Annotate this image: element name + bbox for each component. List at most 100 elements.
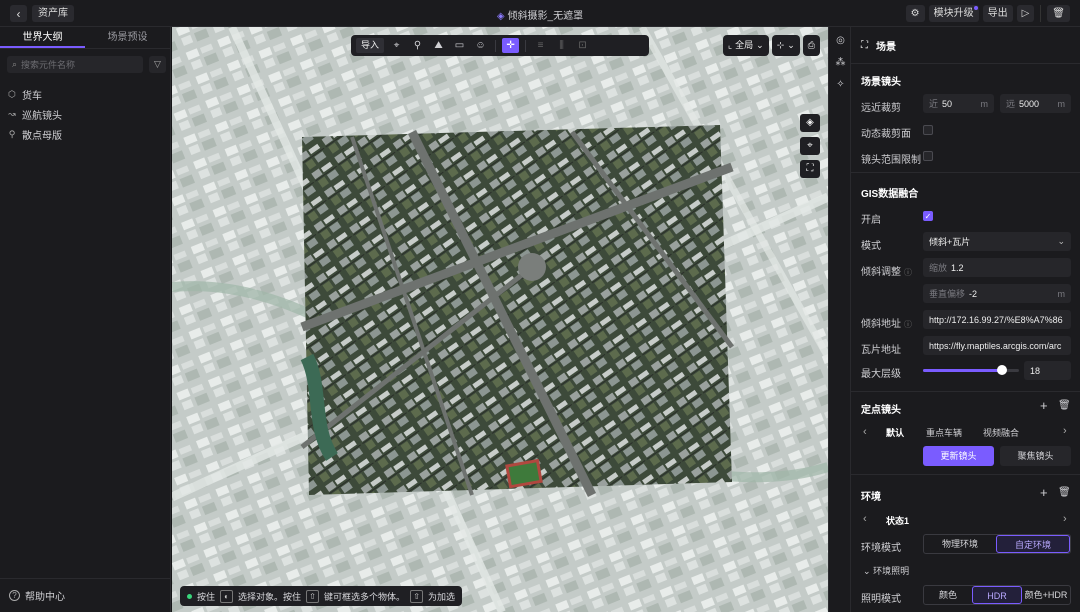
- env-mode-custom[interactable]: 自定环境: [996, 535, 1070, 553]
- max-level-input[interactable]: 18: [1024, 361, 1071, 380]
- update-camera-button[interactable]: 更新镜头: [923, 446, 994, 466]
- panel-header: ⛶ 场景: [851, 27, 1080, 64]
- person-icon[interactable]: ☺: [472, 38, 489, 53]
- save-view-button[interactable]: ⎙: [802, 35, 820, 56]
- tab-world-outline[interactable]: 世界大纲: [0, 27, 85, 48]
- clip-label: 远近裁剪: [861, 103, 901, 114]
- unit-label: m: [1057, 288, 1066, 299]
- environment-state[interactable]: 状态1: [886, 514, 909, 527]
- layers-button[interactable]: ◈: [800, 114, 820, 132]
- nodes-icon[interactable]: ⁂: [835, 57, 846, 68]
- satellite-map: [172, 27, 828, 612]
- delete-button[interactable]: 🗑: [1047, 5, 1070, 22]
- vertical-offset-field[interactable]: 垂直偏移 -2 m: [923, 284, 1071, 303]
- help-icon: ?: [9, 590, 20, 601]
- save-icon: ⎙: [807, 40, 815, 50]
- terrain-icon[interactable]: ⛰: [430, 38, 447, 53]
- light-bulb-icon[interactable]: ⚲: [409, 38, 426, 53]
- filter-icon: ▽: [154, 59, 161, 69]
- env-mode-segmented: 物理环境 自定环境: [923, 534, 1071, 554]
- tile-url-field[interactable]: https://fly.maptiles.arcgis.com/arc: [923, 336, 1071, 355]
- section-title-camera: 场景镜头: [861, 77, 901, 88]
- tile-url-value: https://fly.maptiles.arcgis.com/arc: [929, 340, 1062, 351]
- fixed-camera-tab-vehicle[interactable]: 重点车辆: [926, 426, 962, 439]
- play-button[interactable]: ▷: [1016, 5, 1035, 22]
- light-mode-color[interactable]: 颜色: [924, 586, 972, 604]
- info-icon: ⓘ: [904, 268, 912, 277]
- move-tool-icon[interactable]: ✛: [502, 38, 520, 53]
- light-mode-label: 照明模式: [861, 594, 901, 605]
- toolbar-divider: [525, 39, 527, 52]
- fixed-camera-tab-video[interactable]: 视频融合: [983, 426, 1019, 439]
- section-title-fixed-camera: 定点镜头: [861, 405, 901, 416]
- focus-camera-button[interactable]: 聚焦镜头: [1000, 446, 1071, 466]
- max-level-slider[interactable]: [923, 365, 1019, 375]
- light-mode-hdr[interactable]: HDR: [972, 586, 1022, 604]
- frame-icon[interactable]: ▭: [451, 38, 468, 53]
- settings-button[interactable]: ⚙: [905, 5, 925, 22]
- slider-handle[interactable]: [996, 365, 1007, 375]
- far-clip-field[interactable]: 远 5000 m: [1000, 94, 1071, 113]
- scene-viewport[interactable]: 导入 ⌖ ⚲ ⛰ ▭ ☺ ✛ ≡ ⫼ ⊡ ⌞ 全局 ⌄ ⊹ ⌄ ⎙ ◈ ⌖ ⛶ 按住 …: [172, 27, 828, 612]
- lighting-label: 环境照明: [873, 566, 910, 576]
- scale-field[interactable]: 缩放 1.2: [923, 258, 1071, 277]
- snap-dropdown[interactable]: ⊹ ⌄: [771, 35, 800, 56]
- near-clip-field[interactable]: 近 50 m: [923, 94, 994, 113]
- export-button[interactable]: 导出: [982, 5, 1013, 22]
- delete-environment-button[interactable]: 🗑: [1058, 487, 1071, 498]
- globe-icon[interactable]: ◎: [835, 35, 846, 46]
- fullscreen-button[interactable]: ⛶: [800, 160, 820, 178]
- dynamic-clip-label: 动态裁剪面: [861, 129, 911, 140]
- align-icon[interactable]: ≡: [532, 38, 549, 53]
- effects-icon[interactable]: ✧: [835, 79, 846, 90]
- help-center-button[interactable]: ? 帮助中心: [0, 578, 171, 612]
- search-box: ⌕: [7, 56, 143, 73]
- fixed-camera-tab-default[interactable]: 默认: [886, 426, 904, 439]
- lighting-group-toggle[interactable]: ⌄ 环境照明: [863, 564, 909, 577]
- chevron-left-icon[interactable]: ‹: [863, 513, 867, 525]
- tab-scene-presets[interactable]: 场景预设: [85, 27, 170, 48]
- viewport-toolbar: 导入 ⌖ ⚲ ⛰ ▭ ☺ ✛ ≡ ⫼ ⊡: [351, 35, 649, 56]
- near-prefix: 近: [929, 99, 939, 109]
- asset-library-button[interactable]: 资产库: [32, 5, 74, 22]
- section-divider: [851, 474, 1080, 475]
- axis-icon: ⌞: [727, 40, 733, 50]
- tree-item-scatter-master[interactable]: ⚲ 散点母版: [7, 124, 62, 144]
- tilt-url-field[interactable]: http://172.16.99.27/%E8%A7%86: [923, 310, 1071, 329]
- notification-dot: [973, 6, 978, 10]
- section-divider: [851, 172, 1080, 173]
- project-title-text: 倾斜摄影_无遮罩: [507, 11, 584, 22]
- tree-item-cruise-camera[interactable]: ↝ 巡航镜头: [7, 104, 62, 124]
- chevron-right-icon[interactable]: ›: [1063, 425, 1067, 437]
- import-button[interactable]: 导入: [356, 38, 385, 53]
- slider-fill: [923, 369, 1002, 372]
- info-icon: ⓘ: [904, 320, 912, 329]
- range-limit-checkbox[interactable]: [923, 151, 933, 161]
- delete-fixed-camera-button[interactable]: 🗑: [1058, 400, 1071, 411]
- light-mode-color-hdr[interactable]: 颜色+HDR: [1022, 586, 1070, 604]
- mode-select[interactable]: 倾斜+瓦片 ⌄: [923, 232, 1071, 251]
- chevron-right-icon[interactable]: ›: [1063, 513, 1067, 525]
- hint-text: 键可框选多个物体。: [324, 591, 406, 602]
- gis-enable-checkbox[interactable]: ✓: [923, 211, 933, 221]
- search-input[interactable]: [21, 59, 132, 70]
- cube-icon: ⬡: [8, 89, 16, 99]
- dynamic-clip-checkbox[interactable]: [923, 125, 933, 135]
- view-scope-dropdown[interactable]: ⌞ 全局 ⌄: [722, 35, 769, 56]
- search-icon: ⌕: [12, 59, 18, 69]
- back-button[interactable]: ‹: [10, 5, 27, 22]
- env-mode-physical[interactable]: 物理环境: [924, 535, 996, 553]
- add-fixed-camera-button[interactable]: +: [1040, 399, 1048, 412]
- add-environment-button[interactable]: +: [1040, 486, 1048, 499]
- chevron-left-icon[interactable]: ‹: [863, 426, 867, 438]
- check-icon: ✓: [924, 212, 932, 221]
- distribute-icon[interactable]: ⫼: [553, 38, 570, 53]
- upgrade-button[interactable]: 模块升级: [928, 5, 979, 22]
- filter-button[interactable]: ▽: [149, 56, 166, 73]
- tree-item-truck[interactable]: ⬡ 货车: [7, 84, 62, 104]
- focus-button[interactable]: ⌖: [800, 137, 820, 155]
- lock-icon[interactable]: ⊡: [574, 38, 591, 53]
- select-tool-icon[interactable]: ⌖: [388, 38, 405, 53]
- outline-panel: 世界大纲 场景预设 ⌕ ▽ ⬡ 货车 ↝ 巡航镜头 ⚲ 散点母版 ? 帮助中心: [0, 27, 171, 612]
- hint-text: 按住: [197, 591, 216, 602]
